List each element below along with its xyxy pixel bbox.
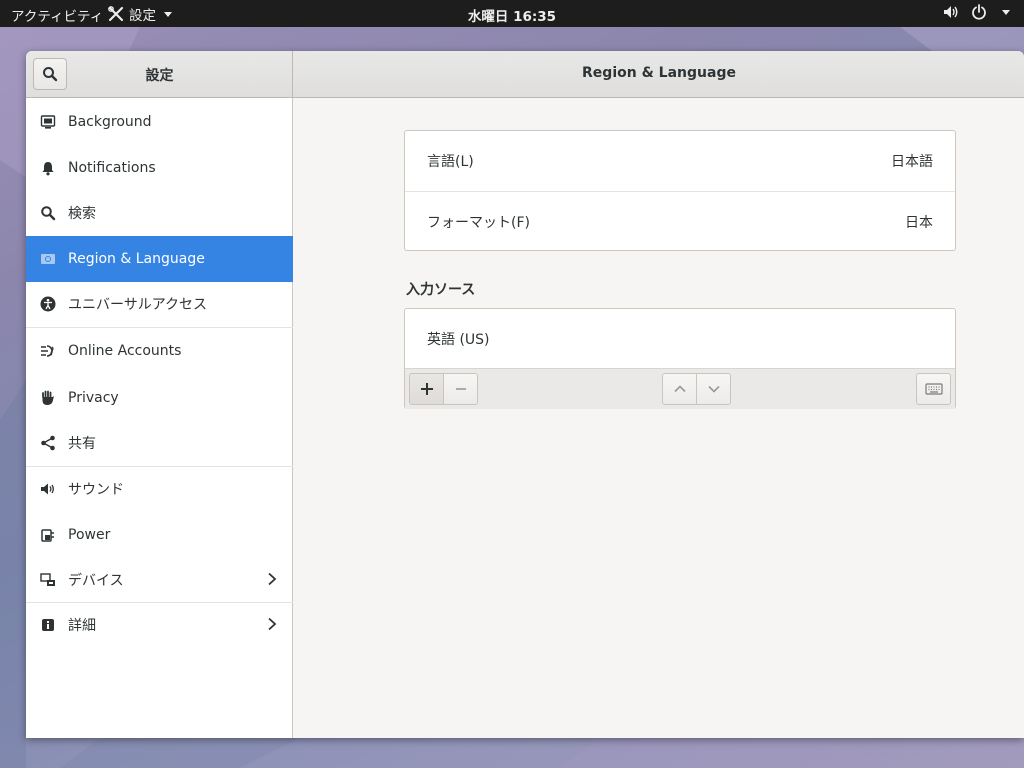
clock[interactable]: 水曜日 16:35 (0, 5, 1024, 25)
input-source-label: 英語 (US) (427, 331, 490, 348)
sidebar-item-region-language[interactable]: Region & Language (26, 236, 293, 282)
background-icon (40, 114, 56, 130)
minus-icon (455, 388, 466, 390)
keyboard-layout-button[interactable] (916, 373, 951, 405)
sidebar-item-search[interactable]: 検索 (26, 190, 293, 236)
sidebar-header: 設定 (26, 51, 293, 98)
search-icon (40, 205, 56, 221)
sidebar: Background Notifications 検索 Region & Lan… (26, 98, 293, 738)
sidebar-item-label: Online Accounts (68, 343, 182, 359)
sidebar-item-label: Power (68, 527, 111, 543)
power-plug-icon (40, 527, 56, 543)
sidebar-item-label: サウンド (68, 482, 124, 498)
sidebar-item-label: Background (68, 114, 152, 130)
settings-window: 設定 Region & Language Background Notifica… (26, 51, 1024, 738)
language-value: 日本語 (891, 154, 933, 170)
sidebar-item-online-accounts[interactable]: Online Accounts (26, 328, 293, 374)
system-tray[interactable] (943, 4, 1010, 20)
sidebar-item-background[interactable]: Background (26, 99, 293, 145)
online-accounts-icon (40, 343, 56, 359)
input-sources-title: 入力ソース (406, 282, 476, 298)
sidebar-item-sharing[interactable]: 共有 (26, 420, 293, 466)
move-down-button[interactable] (696, 373, 731, 405)
language-format-list: 言語(L) 日本語 フォーマット(F) 日本 (404, 130, 956, 251)
input-sources-list: 英語 (US) (404, 308, 956, 409)
sidebar-item-label: Notifications (68, 160, 156, 176)
sidebar-item-notifications[interactable]: Notifications (26, 145, 293, 191)
sidebar-title: 設定 (145, 68, 174, 84)
format-value: 日本 (905, 214, 933, 231)
move-up-button[interactable] (662, 373, 697, 405)
chevron-right-icon (268, 617, 277, 631)
sidebar-item-label: 共有 (68, 436, 96, 452)
accessibility-icon (40, 296, 56, 312)
format-label: フォーマット(F) (427, 214, 530, 231)
sidebar-item-devices[interactable]: デバイス (26, 557, 293, 603)
sidebar-item-label: 検索 (68, 206, 96, 222)
devices-icon (40, 572, 56, 588)
input-source-row[interactable]: 英語 (US) (405, 309, 955, 368)
chevron-right-icon (268, 572, 277, 586)
keyboard-icon (924, 383, 943, 395)
top-bar: アクティビティ 設定 水曜日 16:35 (0, 0, 1024, 27)
info-icon (40, 617, 56, 633)
chevron-down-icon (707, 385, 720, 393)
header-bar: 設定 Region & Language (26, 51, 1024, 98)
sidebar-item-power[interactable]: Power (26, 512, 293, 558)
input-sources-toolbar (405, 368, 955, 409)
plus-icon (420, 383, 433, 395)
power-icon (972, 4, 986, 20)
speaker-icon (40, 481, 56, 497)
chevron-down-icon (1002, 9, 1010, 15)
language-row[interactable]: 言語(L) 日本語 (405, 131, 955, 191)
volume-icon (944, 6, 958, 18)
sidebar-item-label: Region & Language (68, 251, 205, 267)
share-icon (40, 435, 56, 451)
sidebar-item-label: Privacy (68, 390, 119, 406)
format-row[interactable]: フォーマット(F) 日本 (405, 191, 955, 251)
chevron-up-icon (673, 385, 686, 393)
add-input-source-button[interactable] (409, 373, 444, 405)
panel-title: Region & Language (582, 65, 736, 81)
sidebar-item-label: デバイス (68, 573, 124, 589)
flag-icon (40, 251, 56, 267)
sidebar-item-label: 詳細 (68, 618, 96, 634)
sidebar-item-universal-access[interactable]: ユニバーサルアクセス (26, 281, 293, 327)
hand-icon (40, 390, 56, 406)
language-label: 言語(L) (427, 154, 474, 170)
bell-icon (40, 160, 56, 176)
sidebar-item-privacy[interactable]: Privacy (26, 375, 293, 421)
remove-input-source-button[interactable] (443, 373, 478, 405)
sidebar-item-label: ユニバーサルアクセス (68, 297, 208, 313)
sidebar-item-details[interactable]: 詳細 (26, 602, 293, 648)
sidebar-item-sound[interactable]: サウンド (26, 466, 293, 512)
